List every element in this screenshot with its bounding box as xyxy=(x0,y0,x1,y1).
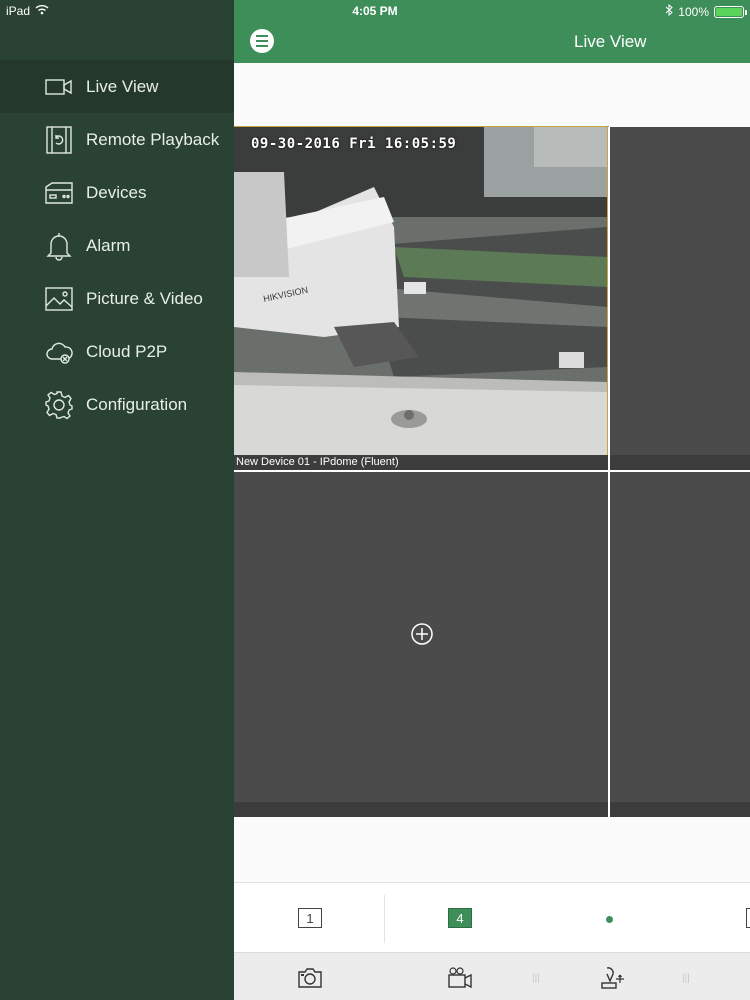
sidebar-menu: Live View Remote Playback Devices Alarm … xyxy=(0,60,234,431)
bottom-toolbar: ||| ||| xyxy=(234,952,750,1000)
sidebar-item-label: Picture & Video xyxy=(86,288,203,308)
record-video-icon[interactable] xyxy=(446,965,474,991)
sidebar-item-picture-video[interactable]: Picture & Video xyxy=(0,272,234,325)
video-camera-icon xyxy=(44,72,74,102)
video-cell-4[interactable] xyxy=(610,472,750,817)
camera-snapshot-icon[interactable] xyxy=(296,965,324,991)
four-window-button[interactable]: 4 xyxy=(448,908,472,928)
camera-feed-image: HIKVISION xyxy=(234,127,607,455)
sidebar-item-alarm[interactable]: Alarm xyxy=(0,219,234,272)
sidebar-item-label: Configuration xyxy=(86,394,188,414)
battery-percent: 100% xyxy=(678,4,709,19)
sidebar-item-configuration[interactable]: Configuration xyxy=(0,378,234,431)
layout-bar: 1 4 xyxy=(234,882,750,952)
toolbar-separator: ||| xyxy=(532,973,540,984)
sidebar-item-label: Live View xyxy=(86,76,159,96)
dvr-device-icon xyxy=(44,178,74,208)
page-title: Live View xyxy=(574,32,647,51)
playback-film-icon xyxy=(44,125,74,155)
video-cell-1[interactable]: HIKVISION 09-30-2016 Fri 16:05:59 New De… xyxy=(234,126,609,471)
sidebar-item-remote-playback[interactable]: Remote Playback xyxy=(0,113,234,166)
video-timestamp: 09-30-2016 Fri 16:05:59 xyxy=(251,136,457,152)
main-panel: Live View HIKVISION 09-30-2016 Fri 16:05… xyxy=(234,0,750,1000)
page-indicator-dot xyxy=(606,916,613,923)
grid-divider-vertical xyxy=(608,127,610,817)
toolbar-separator: ||| xyxy=(682,973,690,984)
sidebar: Live View Remote Playback Devices Alarm … xyxy=(0,0,234,1000)
ptz-control-icon[interactable] xyxy=(598,965,626,991)
more-layout-button[interactable] xyxy=(746,908,750,928)
live-view-grid: HIKVISION 09-30-2016 Fri 16:05:59 New De… xyxy=(234,126,750,817)
video-caption xyxy=(234,802,608,817)
gear-icon xyxy=(44,390,74,420)
status-time: 4:05 PM xyxy=(352,4,398,18)
battery-icon xyxy=(714,5,747,18)
sidebar-item-live-view[interactable]: Live View xyxy=(0,60,234,113)
add-camera-icon[interactable] xyxy=(410,622,434,646)
layout-separator xyxy=(384,895,385,943)
cloud-icon xyxy=(44,337,74,367)
sidebar-item-label: Devices xyxy=(86,182,147,202)
video-caption: New Device 01 - IPdome (Fluent) xyxy=(234,455,608,470)
bluetooth-icon xyxy=(665,3,674,19)
sidebar-item-devices[interactable]: Devices xyxy=(0,166,234,219)
sidebar-item-cloud-p2p[interactable]: Cloud P2P xyxy=(0,325,234,378)
picture-icon xyxy=(44,284,74,314)
video-cell-3[interactable] xyxy=(234,472,608,817)
video-caption xyxy=(610,802,750,817)
single-window-button[interactable]: 1 xyxy=(298,908,322,928)
grid-divider-horizontal xyxy=(234,470,750,472)
bell-icon xyxy=(44,231,74,261)
sidebar-item-label: Alarm xyxy=(86,235,131,255)
video-caption xyxy=(610,455,750,470)
sidebar-item-label: Remote Playback xyxy=(86,129,220,149)
status-bar: iPad 4:05 PM 100% xyxy=(0,0,750,22)
video-cell-2[interactable] xyxy=(610,127,750,470)
menu-icon[interactable] xyxy=(250,29,274,53)
sidebar-item-label: Cloud P2P xyxy=(86,341,168,361)
